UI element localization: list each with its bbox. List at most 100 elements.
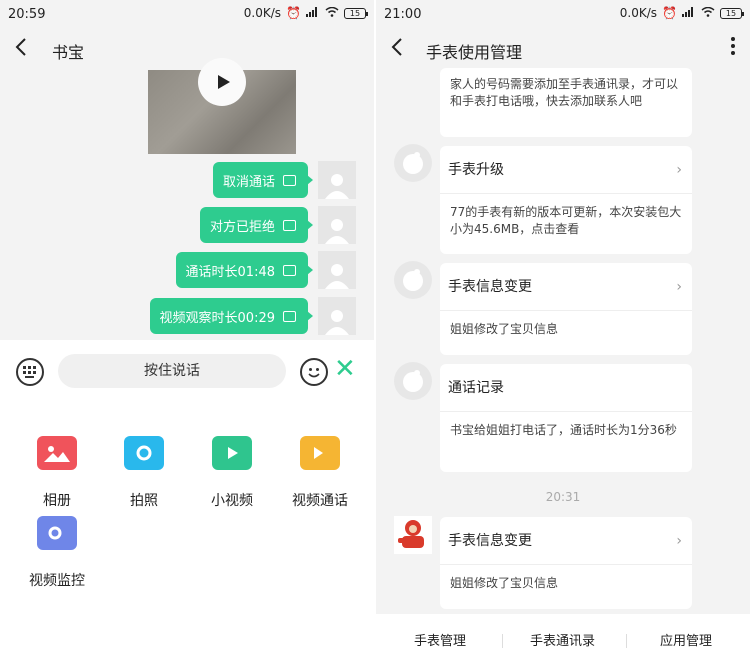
card-body: 姐姐修改了宝贝信息 bbox=[450, 322, 559, 336]
avatar[interactable] bbox=[318, 161, 356, 199]
message-bubble[interactable]: 视频观察时长00:29 bbox=[149, 298, 314, 334]
message-text: 视频观察时长00:29 bbox=[159, 310, 275, 326]
notification-card[interactable]: 手表信息变更 › 姐姐修改了宝贝信息 bbox=[440, 263, 692, 355]
tool-camera[interactable]: 拍照 bbox=[100, 436, 188, 510]
hold-to-talk-button[interactable]: 按住说话 bbox=[58, 354, 286, 388]
tool-label: 视频通话 bbox=[292, 493, 348, 509]
user-avatar bbox=[394, 516, 432, 554]
avatar[interactable] bbox=[318, 206, 356, 244]
page-header: 手表使用管理 bbox=[376, 30, 750, 68]
avatar[interactable] bbox=[318, 297, 356, 335]
tool-label: 小视频 bbox=[211, 493, 253, 509]
emoji-icon[interactable] bbox=[300, 358, 328, 386]
message-text: 通话时长01:48 bbox=[185, 264, 275, 280]
card-title: 手表升级 › bbox=[440, 146, 692, 194]
tool-label: 相册 bbox=[43, 493, 71, 509]
message-bubble[interactable]: 通话时长01:48 bbox=[175, 252, 314, 288]
message-bubble[interactable]: 对方已拒绝 bbox=[199, 207, 314, 243]
call-record-icon bbox=[283, 219, 296, 231]
chevron-right-icon: › bbox=[676, 279, 682, 295]
time-separator: 20:31 bbox=[545, 490, 581, 504]
network-speed: 0.0K/s bbox=[243, 6, 282, 20]
message-row: 通话时长01:48 bbox=[175, 251, 356, 289]
play-icon[interactable] bbox=[198, 58, 246, 106]
tools-panel: 相册 拍照 小视频 视频通话 视频监控 bbox=[0, 404, 374, 664]
battery-icon: 15 bbox=[344, 7, 368, 19]
card-body: 姐姐修改了宝贝信息 bbox=[450, 576, 559, 590]
message-text: 对方已拒绝 bbox=[209, 219, 275, 235]
notification-card[interactable]: 家人的号码需要添加至手表通讯录，才可以和手表打电话哦，快去添加联系人吧 bbox=[440, 68, 692, 137]
card-body: 书宝给姐姐打电话了，通话时长为1分36秒 bbox=[450, 423, 677, 437]
status-time: 21:00 bbox=[384, 7, 422, 22]
tool-label: 视频监控 bbox=[29, 573, 85, 589]
watch-avatar bbox=[394, 144, 432, 182]
tab-divider bbox=[502, 634, 503, 648]
chevron-right-icon: › bbox=[676, 533, 682, 549]
bottom-tab-bar: 手表管理 手表通讯录 应用管理 bbox=[376, 614, 750, 664]
card-title: 手表信息变更 › bbox=[440, 263, 692, 311]
wifi-icon bbox=[325, 6, 339, 20]
card-title-text: 手表信息变更 bbox=[448, 279, 532, 295]
battery-level: 15 bbox=[725, 8, 737, 18]
tool-video-call[interactable]: 视频通话 bbox=[276, 436, 364, 510]
chat-input-bar: 按住说话 ✕ bbox=[0, 340, 374, 404]
card-title: 通话记录 bbox=[440, 364, 692, 412]
status-icons: 0.0K/s ⏰ 15 bbox=[243, 6, 368, 20]
avatar[interactable] bbox=[318, 251, 356, 289]
page-title: 手表使用管理 bbox=[426, 43, 523, 62]
tab-watch-contacts[interactable]: 手表通讯录 bbox=[530, 630, 595, 649]
close-icon[interactable]: ✕ bbox=[334, 354, 356, 384]
message-text: 取消通话 bbox=[222, 174, 275, 190]
message-bubble[interactable]: 取消通话 bbox=[212, 162, 314, 198]
tab-divider bbox=[626, 634, 627, 648]
card-body: 家人的号码需要添加至手表通讯录，才可以和手表打电话哦，快去添加联系人吧 bbox=[450, 77, 679, 108]
tool-short-video[interactable]: 小视频 bbox=[188, 436, 276, 510]
chat-title: 书宝 bbox=[52, 43, 85, 62]
chevron-right-icon: › bbox=[676, 162, 682, 178]
back-arrow-icon[interactable] bbox=[14, 36, 28, 64]
card-body: 77的手表有新的版本可更新，本次安装包大小为45.6MB，点击查看 bbox=[450, 205, 682, 236]
watch-avatar bbox=[394, 261, 432, 299]
video-call-icon bbox=[300, 436, 340, 470]
status-bar: 20:59 0.0K/s ⏰ 15 bbox=[0, 0, 374, 30]
network-speed: 0.0K/s bbox=[619, 6, 658, 20]
tab-app-management[interactable]: 应用管理 bbox=[660, 630, 712, 649]
tool-video-monitor[interactable]: 视频监控 bbox=[13, 516, 101, 590]
message-row: 对方已拒绝 bbox=[199, 206, 356, 244]
message-row: 取消通话 bbox=[212, 161, 356, 199]
wifi-icon bbox=[701, 6, 715, 20]
card-title-text: 手表信息变更 bbox=[448, 533, 532, 549]
battery-level: 15 bbox=[349, 8, 361, 18]
album-icon bbox=[37, 436, 77, 470]
chat-header: 书宝 bbox=[0, 30, 374, 68]
status-icons: 0.0K/s ⏰ 15 bbox=[619, 6, 744, 20]
alarm-icon: ⏰ bbox=[286, 6, 301, 20]
keyboard-icon[interactable] bbox=[16, 358, 44, 386]
back-arrow-icon[interactable] bbox=[390, 36, 404, 64]
notification-card[interactable]: 手表信息变更 › 姐姐修改了宝贝信息 bbox=[440, 517, 692, 609]
call-record-icon bbox=[283, 264, 296, 276]
call-record-icon bbox=[283, 174, 296, 186]
short-video-icon bbox=[212, 436, 252, 470]
video-monitor-icon bbox=[37, 516, 77, 550]
status-bar: 21:00 0.0K/s ⏰ 15 bbox=[376, 0, 750, 30]
notification-card[interactable]: 手表升级 › 77的手表有新的版本可更新，本次安装包大小为45.6MB，点击查看 bbox=[440, 146, 692, 254]
alarm-icon: ⏰ bbox=[662, 6, 677, 20]
signal-icon bbox=[682, 6, 696, 20]
message-row: 视频观察时长00:29 bbox=[149, 297, 356, 335]
watch-avatar bbox=[394, 362, 432, 400]
status-time: 20:59 bbox=[8, 7, 46, 22]
tab-watch-management[interactable]: 手表管理 bbox=[414, 630, 466, 649]
card-title-text: 通话记录 bbox=[448, 380, 504, 396]
chat-screen: 20:59 0.0K/s ⏰ 15 书宝 取消通话 对方已拒绝 通话时长01:4… bbox=[0, 0, 374, 664]
signal-icon bbox=[306, 6, 320, 20]
more-icon[interactable] bbox=[730, 36, 736, 61]
watch-management-screen: 21:00 0.0K/s ⏰ 15 手表使用管理 家人的号码需要添加至手表通讯录… bbox=[376, 0, 750, 664]
battery-icon: 15 bbox=[720, 7, 744, 19]
call-record-icon bbox=[283, 310, 296, 322]
card-title: 手表信息变更 › bbox=[440, 517, 692, 565]
tool-album[interactable]: 相册 bbox=[13, 436, 101, 510]
tool-label: 拍照 bbox=[130, 493, 158, 509]
camera-icon bbox=[124, 436, 164, 470]
notification-card[interactable]: 通话记录 书宝给姐姐打电话了，通话时长为1分36秒 bbox=[440, 364, 692, 472]
